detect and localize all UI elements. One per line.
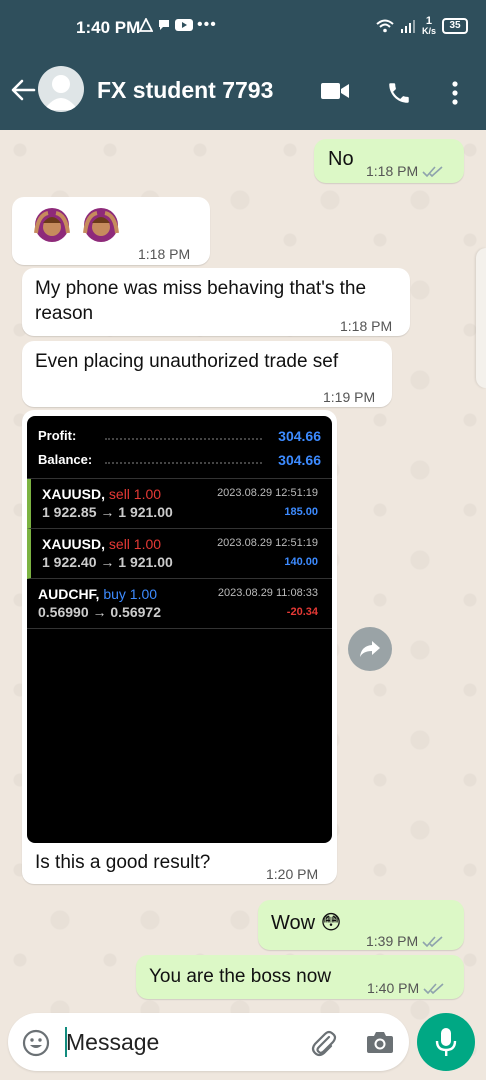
trade-screenshot-image[interactable]: Profit: 304.66 Balance: 304.66 XAUUSD, s… — [27, 416, 332, 843]
mic-button[interactable] — [417, 1013, 475, 1071]
message-time: 1:40 PM — [367, 976, 445, 1001]
forward-button[interactable] — [348, 627, 392, 671]
warning-icon — [139, 18, 153, 32]
trade-pl: 140.00 — [284, 556, 318, 568]
trade-date: 2023.08.29 12:51:19 — [217, 537, 318, 549]
net-speed-value: 1 — [425, 15, 433, 27]
status-bar: 1:40 PM ••• 1 K/s 35 — [0, 0, 486, 56]
battery-indicator: 35 — [442, 18, 468, 34]
trade-date: 2023.08.29 11:08:33 — [217, 587, 318, 599]
message-time-text: 1:39 PM — [366, 933, 419, 949]
message-time: 1:18 PM — [138, 246, 191, 262]
message-text: Even placing unauthorized trade sef — [35, 351, 339, 372]
message-text: You are the boss now — [149, 966, 332, 987]
youtube-icon — [175, 19, 193, 31]
trade-row: AUDCHF, buy 1.00 0.56990 → 0.56972 2023.… — [27, 579, 332, 629]
wifi-icon — [376, 19, 394, 33]
woman-gesturing-ok-emoji-icon — [83, 208, 120, 242]
trade-symbol-text: XAUUSD, — [42, 536, 106, 552]
message-time: 1:18 PM — [366, 159, 444, 184]
net-speed: 1 K/s — [421, 15, 436, 37]
camera-icon[interactable] — [366, 1029, 394, 1060]
video-call-icon[interactable] — [320, 80, 350, 107]
emoji-message — [34, 207, 120, 254]
attach-icon[interactable] — [308, 1028, 338, 1063]
dotted-leader — [105, 438, 262, 440]
profit-value: 304.66 — [278, 428, 321, 444]
message-time-text: 1:18 PM — [366, 163, 419, 179]
chat-header: FX student 7793 — [0, 56, 486, 130]
forward-icon — [360, 641, 380, 657]
trade-prices: 1 922.40 → 1 921.00 — [42, 554, 173, 570]
trade-side: buy 1.00 — [103, 586, 158, 602]
scroll-handle[interactable] — [476, 248, 486, 388]
trade-symbol-text: AUDCHF, — [38, 586, 100, 602]
trade-pl: -20.34 — [286, 606, 318, 618]
balance-value: 304.66 — [278, 452, 321, 468]
net-speed-unit: K/s — [421, 26, 436, 36]
trade-side: sell 1.00 — [108, 486, 162, 502]
read-ticks-icon — [422, 936, 443, 948]
contact-name[interactable]: FX student 7793 — [97, 77, 273, 104]
message-time: 1:20 PM — [266, 866, 319, 882]
phone-icon[interactable] — [386, 80, 412, 111]
message-text: My phone was miss behaving that's the re… — [35, 278, 367, 324]
trade-pl: 185.00 — [284, 506, 318, 518]
trade-symbol-text: XAUUSD, — [42, 486, 106, 502]
message-incoming[interactable]: 1:18 PM — [12, 197, 210, 265]
trade-symbol: XAUUSD, sell 1.00 — [42, 486, 161, 502]
message-text: Wow 😳 — [271, 912, 342, 934]
balance-label: Balance: — [38, 452, 93, 467]
more-vert-icon[interactable] — [450, 80, 460, 111]
message-caption: Is this a good result? — [35, 852, 211, 873]
woman-gesturing-ok-emoji-icon — [34, 208, 70, 242]
read-ticks-icon — [423, 983, 444, 995]
message-outgoing[interactable]: No 1:18 PM — [314, 139, 464, 183]
trade-prices: 1 922.85 → 1 921.00 — [42, 504, 173, 520]
message-time: 1:39 PM — [366, 929, 444, 954]
message-time: 1:19 PM — [323, 389, 376, 405]
trade-prices: 0.56990 → 0.56972 — [38, 604, 161, 620]
trade-symbol: XAUUSD, sell 1.00 — [42, 536, 161, 552]
message-incoming[interactable]: My phone was miss behaving that's the re… — [22, 268, 410, 336]
mic-icon — [435, 1028, 457, 1056]
message-incoming[interactable]: Even placing unauthorized trade sef 1:19… — [22, 341, 392, 407]
trade-row: XAUUSD, sell 1.00 1 922.40 → 1 921.00 20… — [27, 529, 332, 579]
signal-icon — [400, 20, 415, 33]
message-outgoing[interactable]: You are the boss now 1:40 PM — [136, 955, 464, 999]
back-arrow-icon[interactable] — [10, 78, 36, 107]
trade-symbol: AUDCHF, buy 1.00 — [38, 586, 157, 602]
message-text: No — [328, 148, 354, 170]
message-time: 1:18 PM — [340, 318, 393, 334]
trade-side: sell 1.00 — [108, 536, 162, 552]
trade-date: 2023.08.29 12:51:19 — [217, 487, 318, 499]
profit-label: Profit: — [38, 428, 77, 443]
chat-bubble-icon — [159, 20, 169, 30]
status-time: 1:40 PM — [76, 18, 141, 37]
avatar[interactable] — [38, 66, 84, 112]
notification-icons: ••• — [139, 16, 217, 34]
message-input[interactable]: Message — [66, 1029, 159, 1056]
message-composer[interactable]: Message — [8, 1013, 409, 1071]
read-ticks-icon — [422, 166, 443, 178]
trade-row: XAUUSD, sell 1.00 1 922.85 → 1 921.00 20… — [27, 479, 332, 529]
message-time-text: 1:40 PM — [367, 980, 420, 996]
status-right: 1 K/s 35 — [376, 16, 468, 36]
message-outgoing[interactable]: Wow 😳 1:39 PM — [258, 900, 464, 950]
emoji-icon[interactable] — [22, 1029, 50, 1062]
top-bar: 1:40 PM ••• 1 K/s 35 FX student 7793 — [0, 0, 486, 130]
more-notifications-icon: ••• — [197, 16, 217, 33]
dotted-leader — [105, 462, 262, 464]
